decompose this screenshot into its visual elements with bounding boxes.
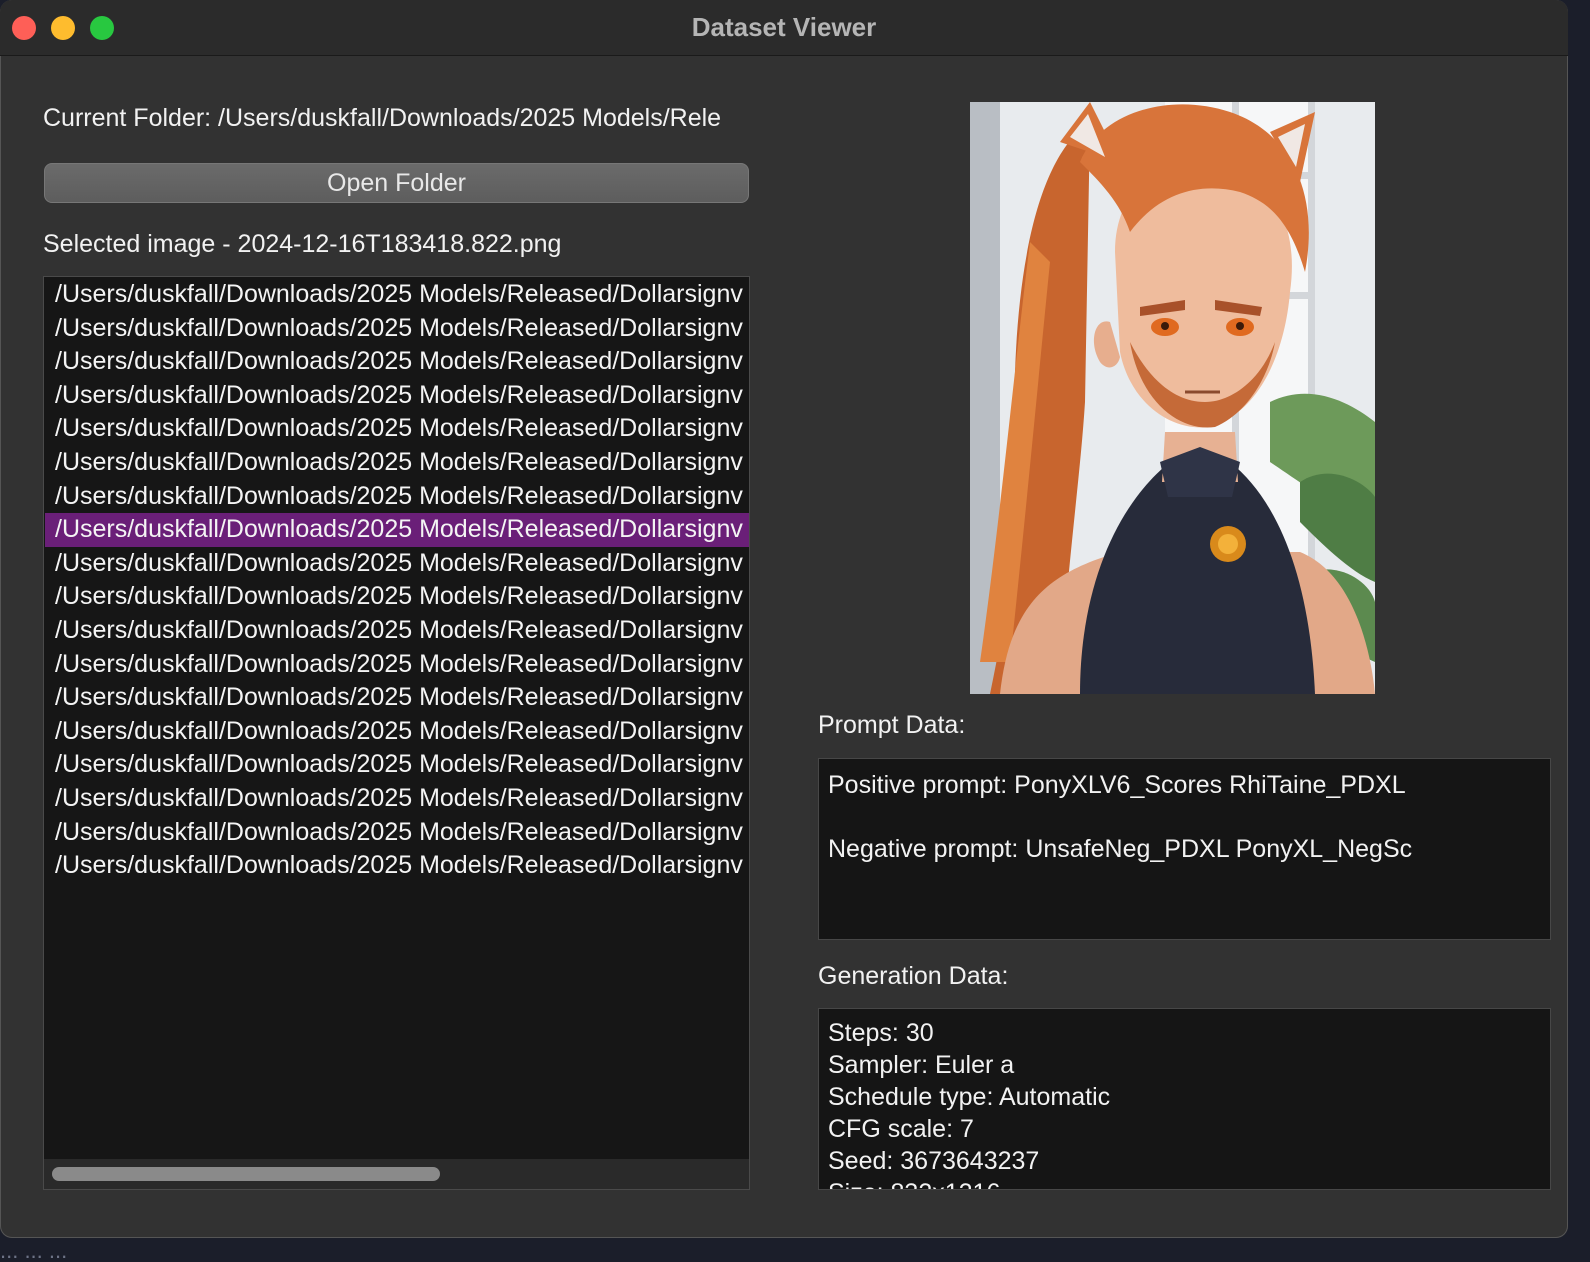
file-list-item[interactable]: /Users/duskfall/Downloads/2025 Models/Re…	[45, 278, 749, 312]
prompt-data-label: Prompt Data:	[818, 711, 966, 739]
image-preview	[970, 102, 1375, 694]
file-list-item[interactable]: /Users/duskfall/Downloads/2025 Models/Re…	[45, 312, 749, 346]
title-bar: Dataset Viewer	[0, 0, 1568, 56]
generation-line: Size: 832x1216	[828, 1177, 1541, 1189]
scrollbar-thumb[interactable]	[52, 1167, 440, 1181]
file-list-item[interactable]: /Users/duskfall/Downloads/2025 Models/Re…	[45, 513, 749, 547]
horizontal-scrollbar[interactable]	[44, 1159, 749, 1189]
file-list-item[interactable]: /Users/duskfall/Downloads/2025 Models/Re…	[45, 849, 749, 883]
selected-image-label: Selected image - 2024-12-16T183418.822.p…	[43, 230, 562, 258]
file-list-item[interactable]: /Users/duskfall/Downloads/2025 Models/Re…	[45, 379, 749, 413]
app-window: Dataset Viewer Current Folder: /Users/du…	[0, 0, 1568, 1238]
file-list-item[interactable]: /Users/duskfall/Downloads/2025 Models/Re…	[45, 681, 749, 715]
file-list-item[interactable]: /Users/duskfall/Downloads/2025 Models/Re…	[45, 648, 749, 682]
generation-line: Schedule type: Automatic	[828, 1083, 1111, 1111]
file-listbox[interactable]: /Users/duskfall/Downloads/2025 Models/Re…	[43, 276, 750, 1190]
generation-line: CFG scale: 7	[828, 1115, 974, 1143]
desktop-background-text: ... ... ...	[0, 1240, 68, 1262]
file-list-item[interactable]: /Users/duskfall/Downloads/2025 Models/Re…	[45, 345, 749, 379]
file-list-item[interactable]: /Users/duskfall/Downloads/2025 Models/Re…	[45, 412, 749, 446]
generation-data-textbox[interactable]: Steps: 30 Sampler: Euler a Schedule type…	[818, 1008, 1551, 1190]
character-illustration	[970, 102, 1375, 694]
prompt-data-textbox[interactable]: Positive prompt: PonyXLV6_Scores RhiTain…	[818, 758, 1551, 940]
file-list-item[interactable]: /Users/duskfall/Downloads/2025 Models/Re…	[45, 748, 749, 782]
file-list-item[interactable]: /Users/duskfall/Downloads/2025 Models/Re…	[45, 580, 749, 614]
window-title: Dataset Viewer	[691, 12, 877, 42]
generation-line: Sampler: Euler a	[828, 1051, 1015, 1079]
positive-prompt-text: Positive prompt: PonyXLV6_Scores RhiTain…	[828, 771, 1406, 799]
file-list: /Users/duskfall/Downloads/2025 Models/Re…	[45, 278, 749, 883]
file-list-item[interactable]: /Users/duskfall/Downloads/2025 Models/Re…	[45, 782, 749, 816]
current-folder-label: Current Folder: /Users/duskfall/Download…	[43, 104, 722, 132]
generation-line: Steps: 30	[828, 1019, 934, 1047]
file-list-item[interactable]: /Users/duskfall/Downloads/2025 Models/Re…	[45, 547, 749, 581]
generation-line: Seed: 3673643237	[828, 1147, 1040, 1175]
file-list-item[interactable]: /Users/duskfall/Downloads/2025 Models/Re…	[45, 480, 749, 514]
file-list-item[interactable]: /Users/duskfall/Downloads/2025 Models/Re…	[45, 446, 749, 480]
negative-prompt-text: Negative prompt: UnsafeNeg_PDXL PonyXL_N…	[828, 835, 1413, 863]
file-list-item[interactable]: /Users/duskfall/Downloads/2025 Models/Re…	[45, 816, 749, 850]
generation-data-label: Generation Data:	[818, 962, 1009, 990]
open-folder-button[interactable]: Open Folder	[44, 163, 749, 203]
file-list-item[interactable]: /Users/duskfall/Downloads/2025 Models/Re…	[45, 614, 749, 648]
file-list-item[interactable]: /Users/duskfall/Downloads/2025 Models/Re…	[45, 715, 749, 749]
